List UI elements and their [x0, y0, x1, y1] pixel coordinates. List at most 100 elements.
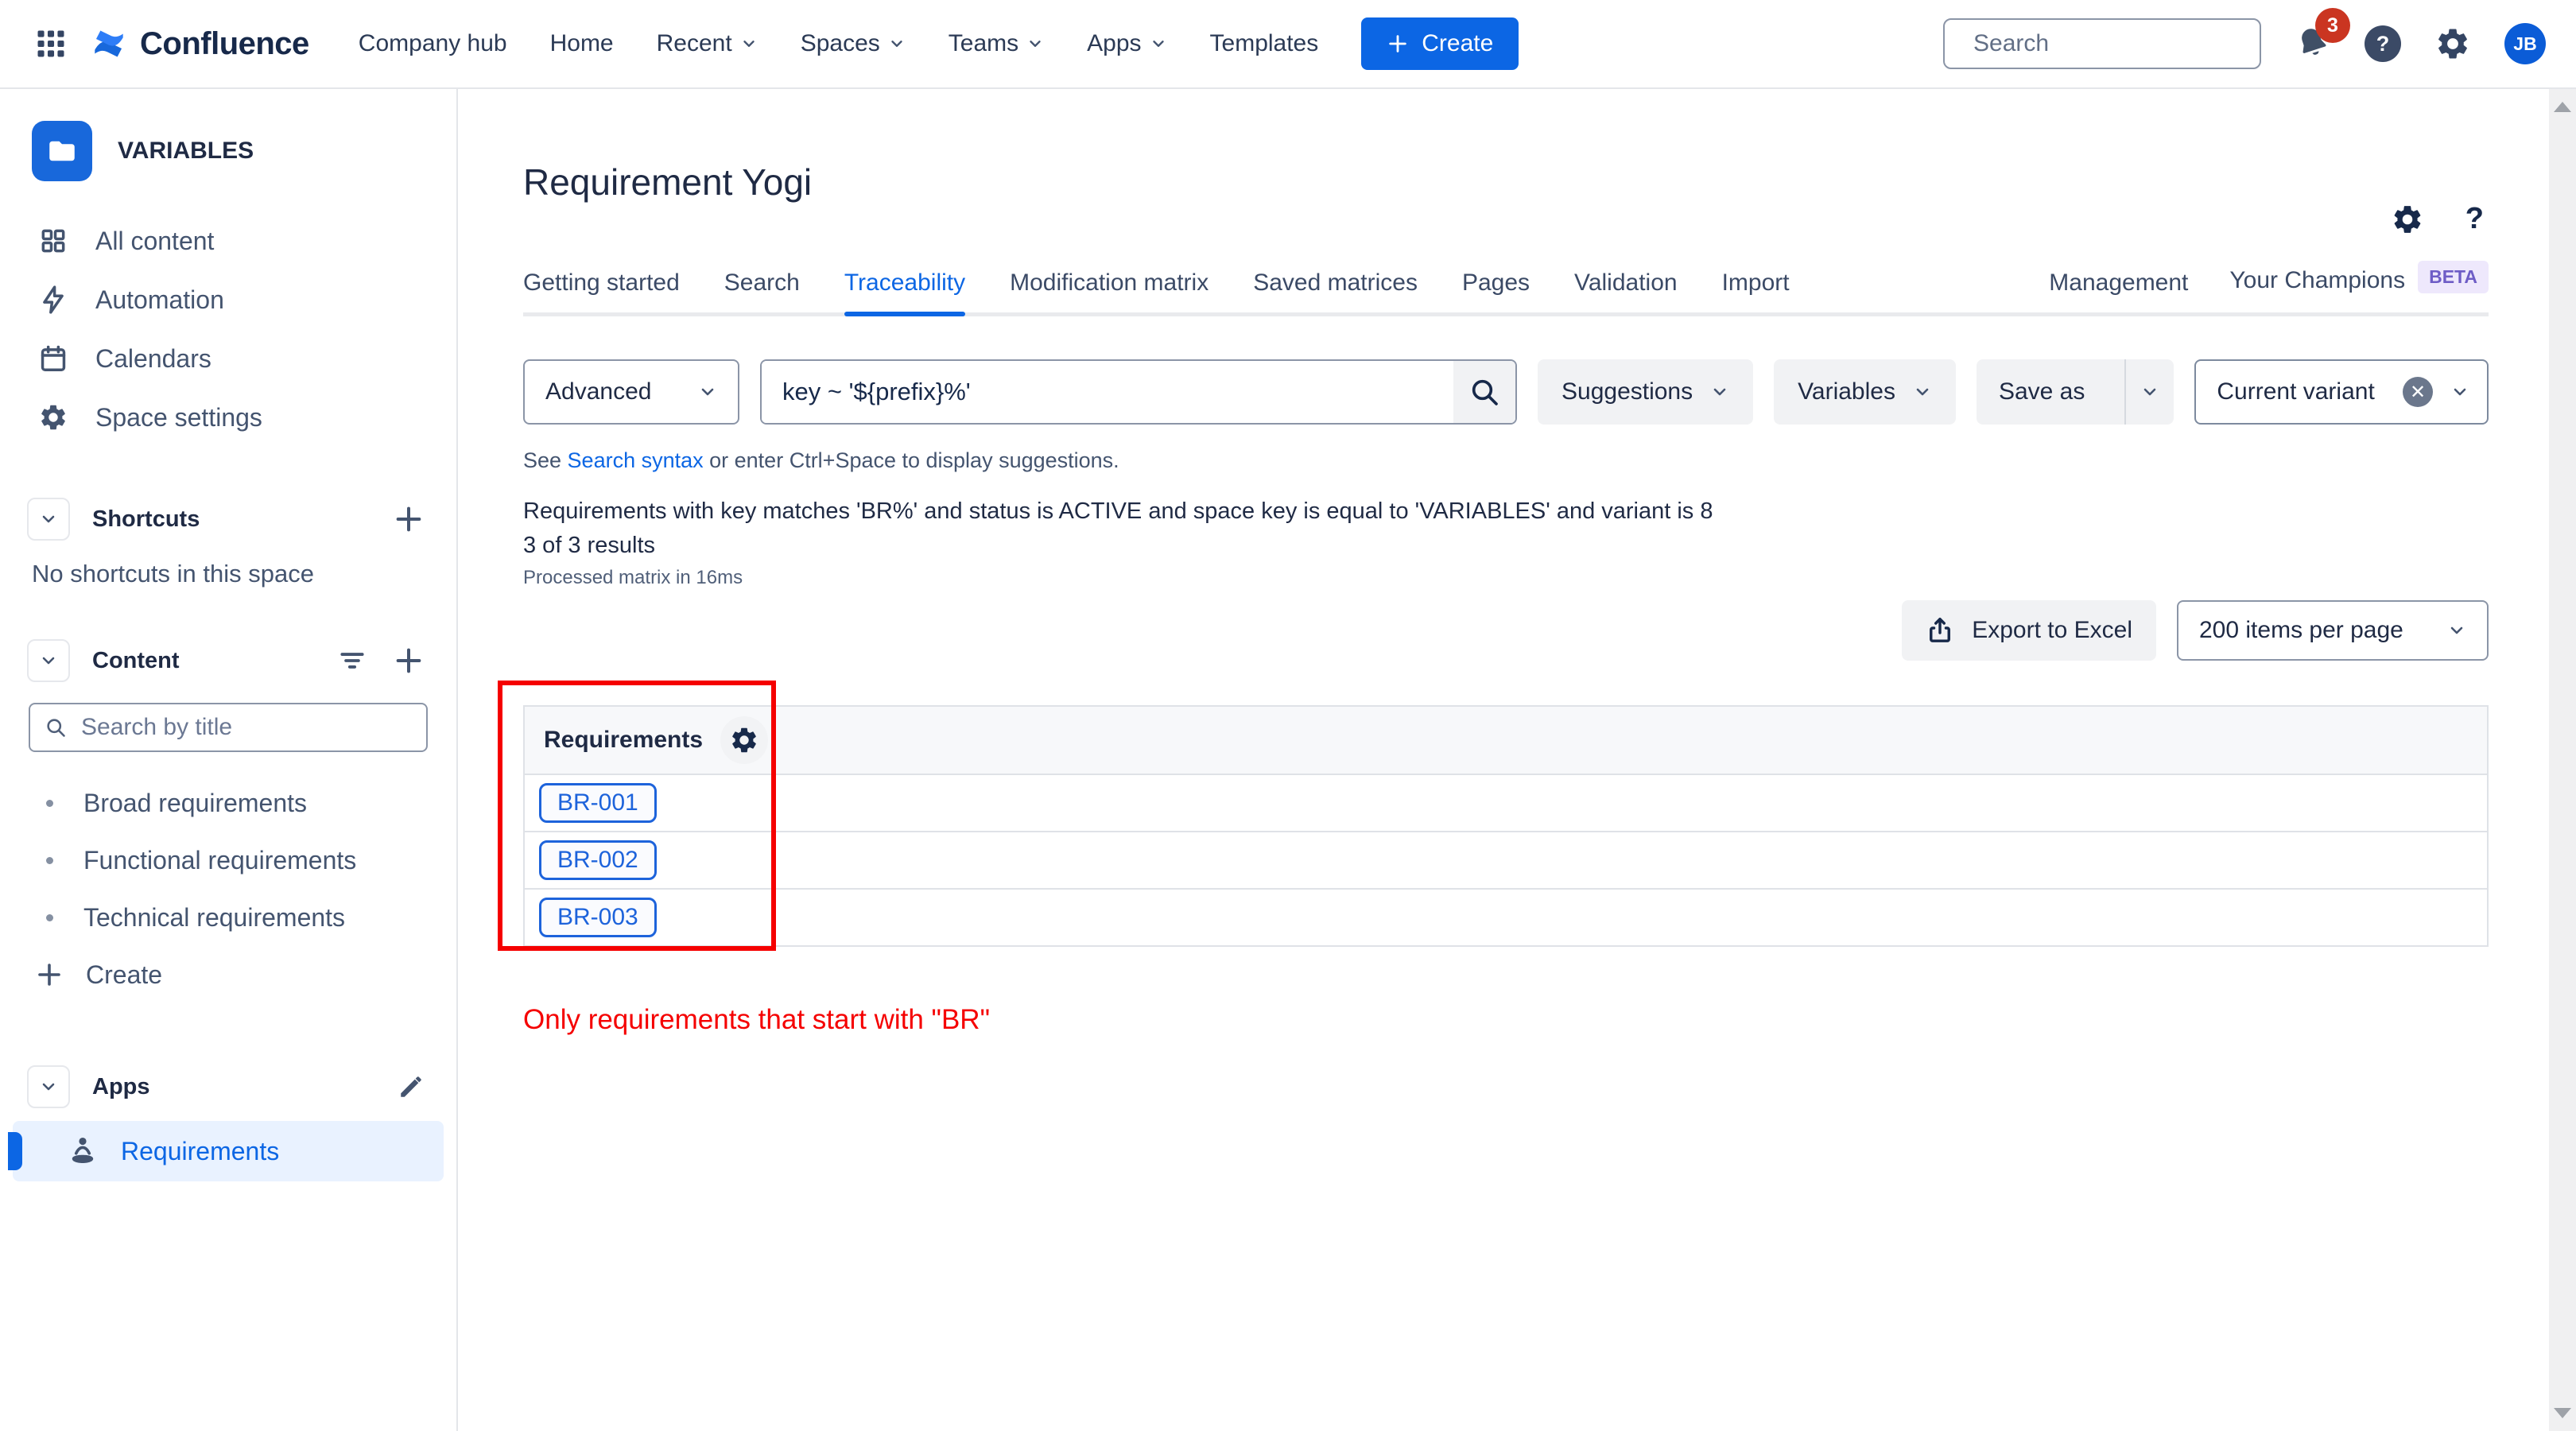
sidebar-item-requirements[interactable]: Requirements: [13, 1121, 444, 1181]
nav-company-hub[interactable]: Company hub: [359, 30, 507, 57]
tab-bar: Getting started Search Traceability Modi…: [523, 264, 2489, 316]
run-search-button[interactable]: [1453, 361, 1515, 423]
chevron-down-icon: [2450, 382, 2469, 401]
scroll-up-arrow-icon[interactable]: [2554, 102, 2571, 112]
edit-pencil-icon[interactable]: [398, 1073, 425, 1100]
tab-your-champions[interactable]: Your Champions BETA: [2229, 264, 2489, 312]
main-content: Requirement Yogi ? Getting started Searc…: [458, 89, 2576, 1431]
scroll-down-arrow-icon[interactable]: [2554, 1408, 2571, 1418]
app-settings-gear-icon[interactable]: [2391, 203, 2424, 236]
nav-templates[interactable]: Templates: [1210, 30, 1319, 57]
confluence-logo-icon: [89, 24, 129, 64]
page-tree: Broad requirements Functional requiremen…: [0, 774, 456, 946]
page-title: Requirement Yogi: [523, 161, 2489, 204]
export-to-excel-button[interactable]: Export to Excel: [1902, 600, 2156, 661]
page-item-functional-requirements[interactable]: Functional requirements: [0, 832, 456, 889]
save-as-button[interactable]: Save as: [1977, 359, 2107, 425]
content-label: Content: [92, 648, 180, 674]
create-button[interactable]: Create: [1361, 17, 1519, 70]
plus-icon: [1387, 33, 1409, 55]
chevron-down-icon: [39, 510, 58, 529]
content-collapse-toggle[interactable]: [27, 639, 70, 682]
table-row: BR-001: [524, 774, 2488, 832]
sidebar-item-all-content[interactable]: All content: [0, 211, 456, 270]
tab-management[interactable]: Management: [2049, 270, 2188, 312]
avatar[interactable]: JB: [2504, 23, 2546, 64]
results-table: Requirements BR-001 BR-002 BR-003: [523, 705, 2489, 947]
variant-select[interactable]: Current variant ✕: [2194, 359, 2489, 425]
gear-icon: [38, 402, 68, 432]
app-switcher-icon[interactable]: [30, 23, 72, 64]
global-search[interactable]: [1943, 18, 2261, 69]
content-search-input[interactable]: [81, 714, 412, 741]
space-avatar: [32, 121, 92, 181]
search-icon: [45, 716, 67, 739]
primary-nav: Company hub Home Recent Spaces Teams App…: [359, 30, 1318, 57]
chevron-down-icon: [39, 1077, 58, 1096]
table-row: BR-002: [524, 832, 2488, 889]
apps-collapse-toggle[interactable]: [27, 1065, 70, 1108]
search-syntax-link[interactable]: Search syntax: [568, 448, 704, 472]
tab-search[interactable]: Search: [724, 270, 800, 312]
requirement-link-br-003[interactable]: BR-003: [539, 898, 657, 937]
sidebar-item-automation[interactable]: Automation: [0, 270, 456, 329]
tab-getting-started[interactable]: Getting started: [523, 270, 680, 312]
help-button[interactable]: ?: [2365, 25, 2401, 62]
tab-pages[interactable]: Pages: [1462, 270, 1530, 312]
nav-spaces[interactable]: Spaces: [801, 30, 906, 57]
sidebar-item-space-settings[interactable]: Space settings: [0, 388, 456, 447]
app-help-icon[interactable]: ?: [2465, 202, 2484, 236]
results-area: Requirements BR-001 BR-002 BR-003: [523, 705, 2489, 947]
tab-modification-matrix[interactable]: Modification matrix: [1010, 270, 1208, 312]
table-row: BR-003: [524, 889, 2488, 946]
global-search-input[interactable]: [1973, 30, 2280, 57]
query-summary: Requirements with key matches 'BR%' and …: [523, 498, 2489, 525]
add-content-icon[interactable]: [393, 645, 425, 677]
settings-gear-icon[interactable]: [2434, 25, 2471, 62]
page-item-technical-requirements[interactable]: Technical requirements: [0, 889, 456, 946]
nav-recent[interactable]: Recent: [657, 30, 758, 57]
space-header[interactable]: VARIABLES: [0, 121, 456, 181]
query-toolbar: Advanced Suggestions Variables Save as: [523, 359, 2489, 425]
save-as-menu-toggle[interactable]: [2124, 359, 2174, 425]
sidebar-item-calendars[interactable]: Calendars: [0, 329, 456, 388]
sidebar-create-page[interactable]: Create: [0, 946, 456, 1003]
content-search[interactable]: [29, 703, 428, 752]
page-item-broad-requirements[interactable]: Broad requirements: [0, 774, 456, 832]
processing-time: Processed matrix in 16ms: [523, 567, 2489, 589]
suggestions-button[interactable]: Suggestions: [1538, 359, 1753, 425]
nav-home[interactable]: Home: [550, 30, 614, 57]
variables-button[interactable]: Variables: [1774, 359, 1956, 425]
gear-icon: [729, 725, 759, 755]
requirement-link-br-002[interactable]: BR-002: [539, 840, 657, 880]
query-input[interactable]: [762, 361, 1453, 423]
results-actions: Export to Excel 200 items per page: [523, 600, 2489, 661]
notifications-button[interactable]: 3: [2295, 25, 2331, 62]
clear-variant-icon[interactable]: ✕: [2403, 377, 2433, 407]
apps-section-header: Apps: [0, 1065, 456, 1108]
grid-icon: [38, 226, 68, 256]
add-shortcut-icon[interactable]: [393, 503, 425, 535]
product-name: Confluence: [140, 26, 309, 62]
page-size-select[interactable]: 200 items per page: [2177, 600, 2489, 661]
column-settings-button[interactable]: [720, 716, 768, 764]
tab-import[interactable]: Import: [1722, 270, 1790, 312]
results-count: 3 of 3 results: [523, 533, 2489, 559]
shortcuts-label: Shortcuts: [92, 506, 200, 533]
chevron-down-icon: [1913, 382, 1932, 401]
nav-apps[interactable]: Apps: [1087, 30, 1166, 57]
vertical-scrollbar[interactable]: [2549, 89, 2576, 1431]
shortcuts-collapse-toggle[interactable]: [27, 498, 70, 541]
search-icon: [1468, 376, 1500, 408]
confluence-logo[interactable]: Confluence: [89, 24, 309, 64]
filter-icon[interactable]: [337, 646, 367, 676]
requirement-link-br-001[interactable]: BR-001: [539, 783, 657, 823]
tab-saved-matrices[interactable]: Saved matrices: [1253, 270, 1418, 312]
bullet-icon: [46, 914, 53, 921]
query-input-group: [760, 359, 1517, 425]
tab-validation[interactable]: Validation: [1574, 270, 1678, 312]
active-indicator: [8, 1132, 22, 1170]
nav-teams[interactable]: Teams: [949, 30, 1044, 57]
search-mode-select[interactable]: Advanced: [523, 359, 739, 425]
tab-traceability[interactable]: Traceability: [844, 270, 965, 312]
